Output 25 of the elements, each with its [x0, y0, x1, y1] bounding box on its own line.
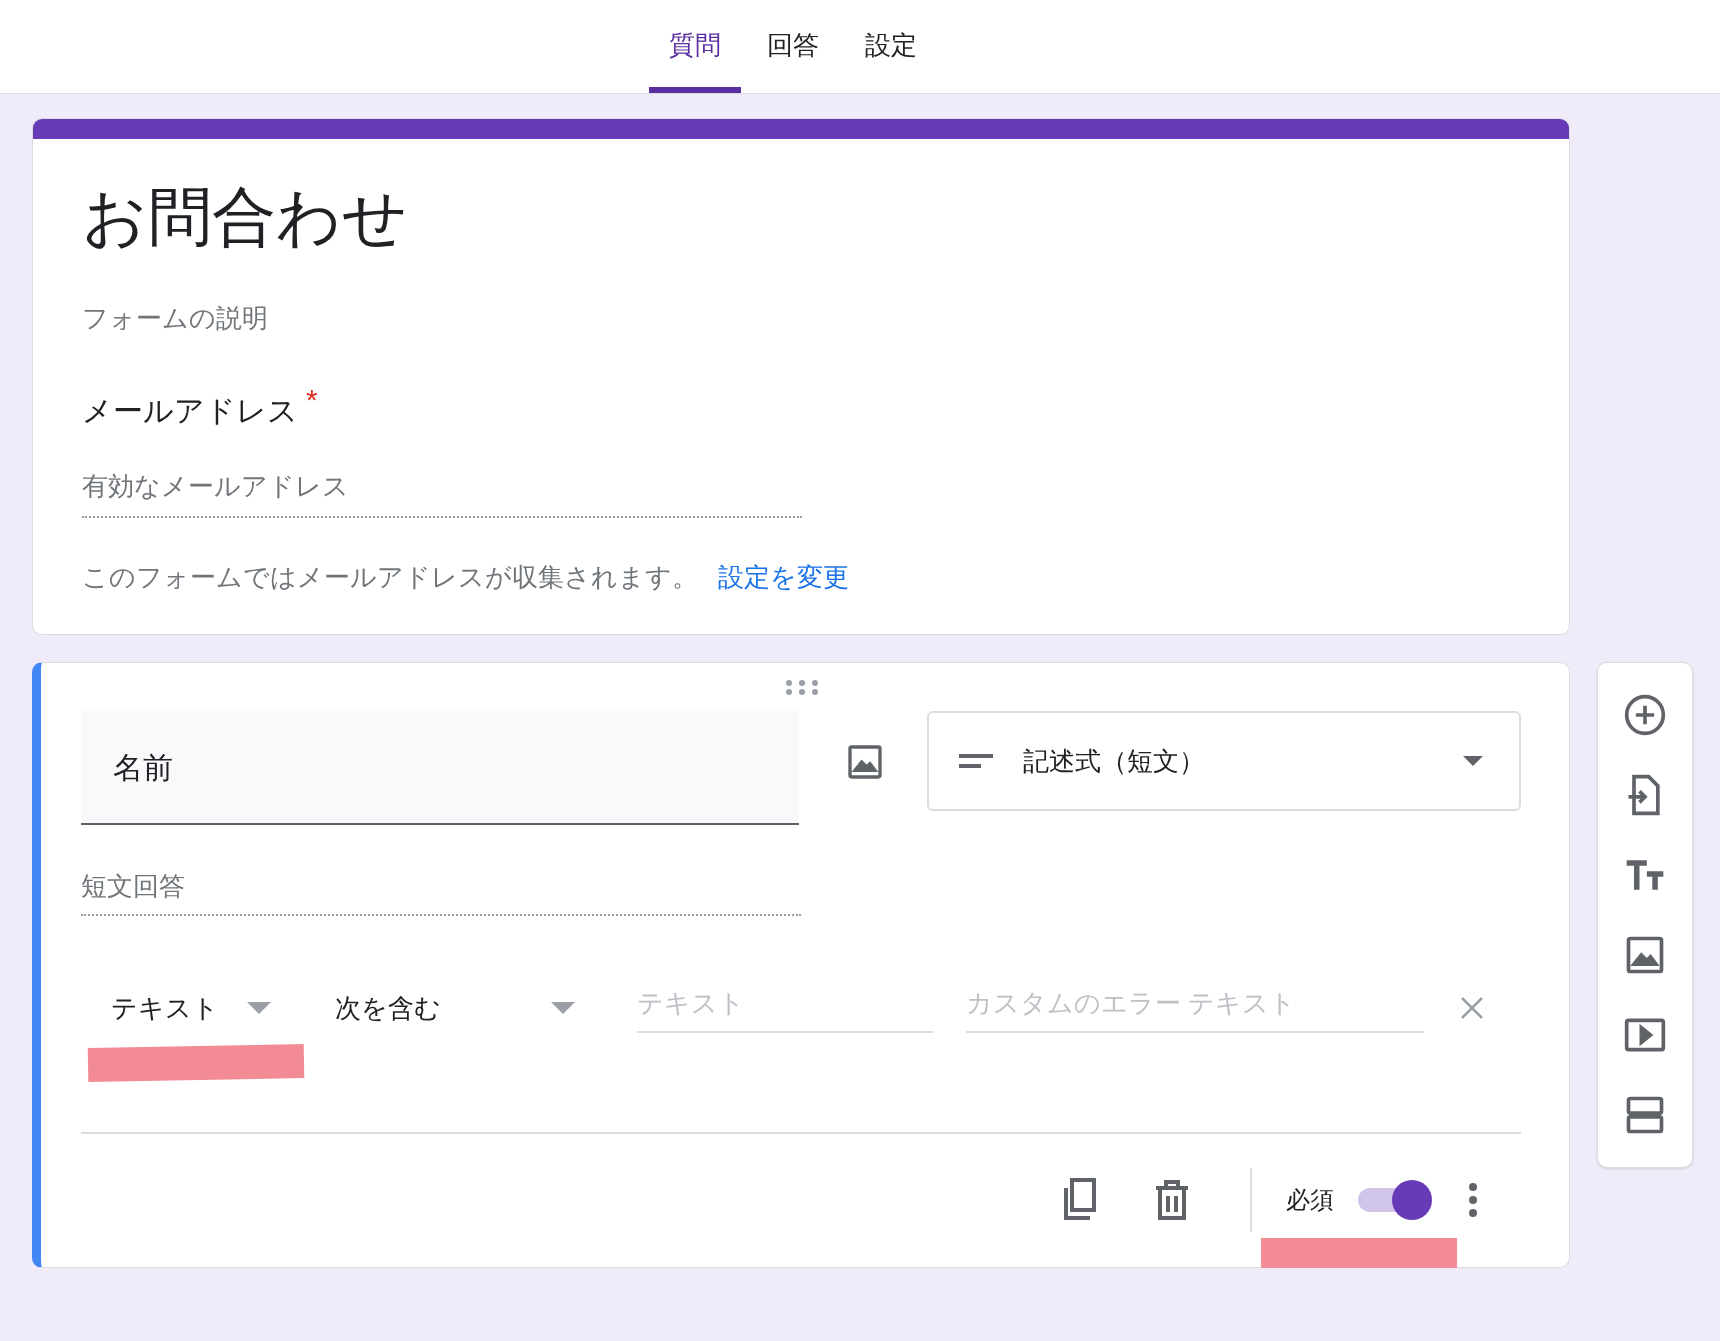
question-type-dropdown[interactable]: 記述式（短文） [927, 711, 1521, 811]
required-label: 必須 [1286, 1185, 1334, 1215]
change-settings-link[interactable]: 設定を変更 [718, 558, 849, 597]
short-text-icon [959, 754, 993, 768]
more-options-icon[interactable] [1468, 1182, 1478, 1218]
close-icon[interactable] [1460, 996, 1484, 1020]
form-title[interactable]: お問合わせ [82, 177, 1520, 257]
tab[interactable]: 回答 [747, 26, 839, 93]
question-title-field[interactable]: 名前 [81, 711, 799, 825]
add-image-icon[interactable] [845, 742, 885, 782]
tab[interactable]: 質問 [649, 26, 741, 93]
question-label: メールアドレス [82, 393, 298, 429]
required-toggle[interactable] [1358, 1180, 1432, 1220]
dropdown-caret-icon [1463, 756, 1483, 766]
validation-type-dropdown[interactable]: テキスト [111, 988, 271, 1028]
collection-note: このフォームではメールアドレスが収集されます。 [82, 561, 698, 594]
tab[interactable]: 設定 [845, 26, 937, 93]
required-asterisk: * [306, 388, 318, 412]
delete-icon[interactable] [1154, 1180, 1190, 1220]
form-description[interactable]: フォームの説明 [82, 299, 1520, 338]
add-icon[interactable] [1623, 693, 1667, 737]
drag-handle-icon[interactable] [785, 679, 819, 695]
dropdown-caret-icon [247, 1002, 271, 1014]
dropdown-caret-icon [551, 1002, 575, 1014]
validation-condition-dropdown[interactable]: 次を含む [335, 988, 575, 1028]
